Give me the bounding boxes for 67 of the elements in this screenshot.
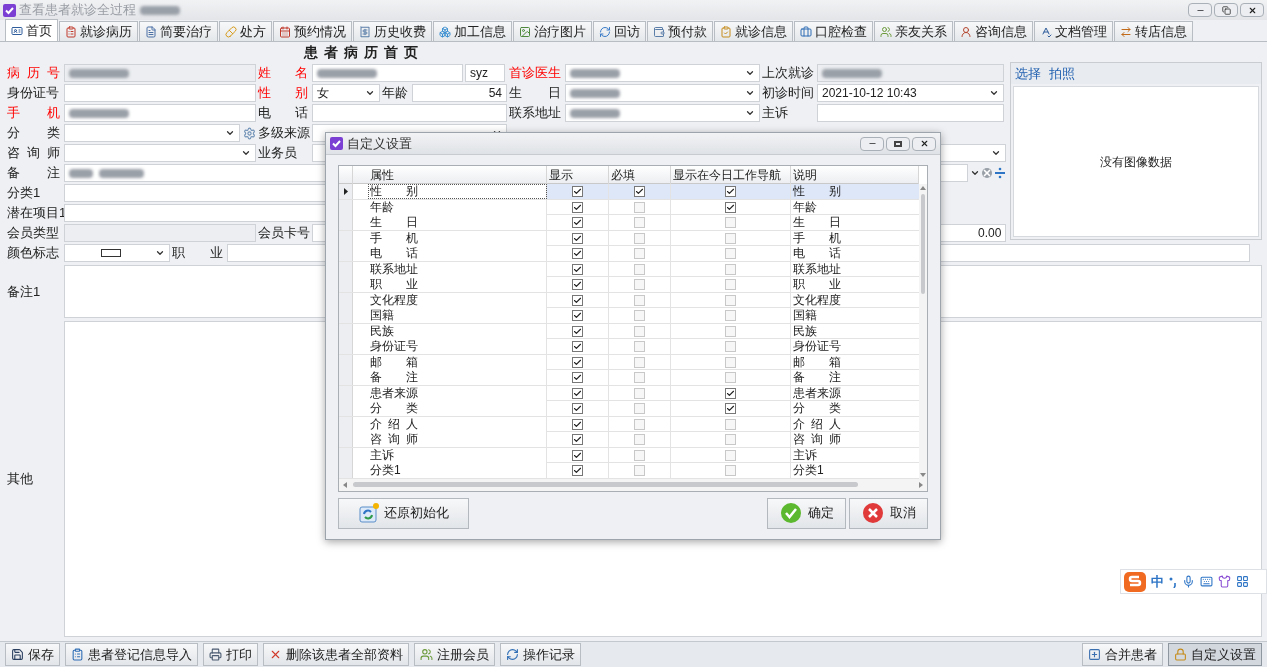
table-cell: 分 类 [370,401,418,416]
table-cell: 文化程度 [793,292,841,307]
window-title: 查看患者就诊全过程 [19,1,136,20]
table-cell: 主诉 [370,447,394,462]
table-cell: 电 话 [793,246,841,261]
dialog-title: 自定义设置 [347,134,412,153]
field-label: 姓 名 [258,64,309,82]
table-cell: 年龄 [793,199,817,214]
field-label: 会员类型 [7,224,60,242]
table-cell: 民族 [793,323,817,338]
table-cell: 介 绍 人 [793,416,841,432]
table-cell: 分类1 [370,463,401,477]
table-cell: 电 话 [370,246,418,261]
field-label: 电 话 [258,104,309,122]
field-label: 备注1 [7,282,42,301]
table-cell: 介 绍 人 [370,416,418,432]
table-cell: 患者来源 [793,385,841,400]
table-cell: 咨 询 师 [370,432,418,447]
field-label: 身份证号 [7,84,60,102]
field-label: 其他 [7,470,34,489]
field-label: 备 注 [7,164,61,182]
table-cell: 身份证号 [793,339,841,353]
field-label: 年龄 [382,84,409,102]
table-cell: 备 注 [370,370,418,385]
table-cell: 联系地址 [793,261,841,276]
field-label: 业务员 [258,144,298,162]
table-cell: 分 类 [793,401,841,416]
field-label: 主诉 [762,104,789,122]
table-cell: 性 别 [793,184,841,199]
table-cell: 年龄 [370,199,394,214]
field-label: 联系地址 [509,104,562,122]
page-title: 患 者 病 历 首 页 [304,43,419,62]
field-label: 初诊时间 [762,84,815,102]
table-cell: 身份证号 [370,339,418,353]
field-label: 分 类 [7,124,61,142]
field-label: 上次就诊 [762,64,815,82]
field-label: 手 机 [7,104,61,122]
field-label: 分类1 [7,184,42,202]
table-cell: 分类1 [793,463,824,477]
table-cell: 生 日 [370,215,418,230]
table-cell: 备 注 [793,370,841,385]
field-label: 首诊医生 [509,64,562,82]
table-cell: 国籍 [793,308,817,322]
table-cell: 国籍 [370,308,394,322]
table-cell: 民族 [370,323,394,338]
table-cell: 邮 箱 [793,354,841,370]
table-cell: 主诉 [793,447,817,462]
table-cell: 患者来源 [370,385,418,400]
table-cell: 手 机 [370,230,418,246]
table-cell: 手 机 [793,230,841,246]
table-cell: 职 业 [793,277,841,292]
table-cell: 邮 箱 [370,354,418,370]
table-cell: 联系地址 [370,261,418,276]
table-cell: 生 日 [793,215,841,230]
field-label: 性 别 [258,84,309,102]
empty-image-text: 没有图像数据 [1100,153,1173,171]
table-cell: 性 别 [370,184,418,199]
field-label: 病 历 号 [7,64,61,82]
field-label: 职 业 [172,244,224,262]
field-label: 咨 询 师 [7,144,61,162]
field-label: 颜色标志 [7,244,60,262]
field-label: 会员卡号 [258,224,310,242]
field-label: 多级来源 [258,124,310,142]
table-cell: 职 业 [370,277,418,292]
table-cell: 文化程度 [370,292,418,307]
field-label: 生 日 [509,84,562,102]
table-cell: 咨 询 师 [793,432,841,447]
